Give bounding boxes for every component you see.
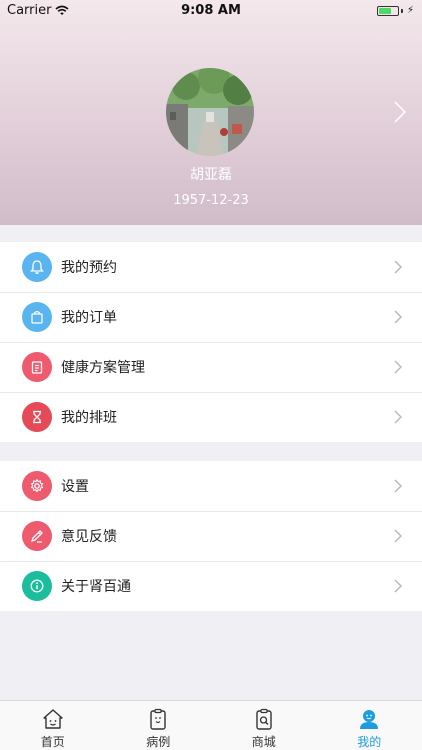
profile-name: 胡亚磊	[190, 167, 232, 183]
chevron-right-icon	[394, 360, 402, 374]
menu-item-schedule[interactable]: 我的排班	[0, 392, 422, 442]
menu-item-label: 我的排班	[61, 410, 117, 426]
chevron-right-icon	[394, 260, 402, 274]
avatar[interactable]	[166, 68, 254, 156]
tab-label: 我的	[357, 735, 382, 749]
menu-item-label: 关于肾百通	[61, 579, 131, 595]
medical-record-icon	[150, 708, 166, 730]
menu-item-feedback[interactable]: 意见反馈	[0, 511, 422, 561]
menu-item-label: 设置	[61, 479, 89, 495]
hourglass-icon	[22, 402, 52, 432]
tab-label: 首页	[40, 735, 65, 749]
menu-item-orders[interactable]: 我的订单	[0, 292, 422, 342]
tab-label: 商城	[251, 735, 276, 749]
menu-item-appointments[interactable]: 我的预约	[0, 242, 422, 292]
tab-cases[interactable]: 病例	[106, 701, 212, 750]
battery-icon	[376, 5, 399, 16]
bell-icon	[22, 252, 52, 282]
menu-item-about[interactable]: 关于肾百通	[0, 561, 422, 611]
menu-item-label: 健康方案管理	[61, 360, 145, 376]
tab-label: 病例	[146, 735, 171, 749]
chevron-right-icon	[394, 529, 402, 543]
tab-me[interactable]: 我的	[317, 701, 422, 750]
profile-header: Carrier 9:08 AM ⚡ 胡亚磊 1957-12-23	[0, 0, 422, 225]
user-icon	[360, 710, 379, 729]
chevron-right-icon[interactable]	[394, 101, 406, 123]
clipboard-icon	[22, 352, 52, 382]
tab-home[interactable]: 首页	[0, 701, 106, 750]
charging-icon: ⚡	[406, 5, 414, 16]
tab-shop[interactable]: 商城	[211, 701, 317, 750]
home-icon	[43, 709, 63, 729]
menu-item-label: 我的预约	[61, 260, 117, 276]
tab-bar: 首页 病例 商城 我的	[0, 700, 422, 750]
shop-icon	[256, 708, 272, 730]
chevron-right-icon	[394, 579, 402, 593]
profile-birthdate: 1957-12-23	[173, 193, 249, 208]
pen-icon	[22, 521, 52, 551]
status-bar: Carrier 9:08 AM ⚡	[0, 0, 422, 22]
menu-item-settings[interactable]: 设置	[0, 461, 422, 511]
menu-item-label: 我的订单	[61, 310, 117, 326]
status-time: 9:08 AM	[181, 3, 241, 18]
gear-icon	[22, 471, 52, 501]
menu-group-secondary: 设置 意见反馈 关于肾百通	[0, 461, 422, 611]
battery-indicator: ⚡	[376, 5, 414, 16]
info-icon	[22, 571, 52, 601]
chevron-right-icon	[394, 410, 402, 424]
menu-item-label: 意见反馈	[61, 529, 117, 545]
menu-item-health-plan[interactable]: 健康方案管理	[0, 342, 422, 392]
menu-group-primary: 我的预约 我的订单 健康方案管理 我的排班	[0, 242, 422, 442]
chevron-right-icon	[394, 310, 402, 324]
shopping-bag-icon	[22, 302, 52, 332]
chevron-right-icon	[394, 479, 402, 493]
